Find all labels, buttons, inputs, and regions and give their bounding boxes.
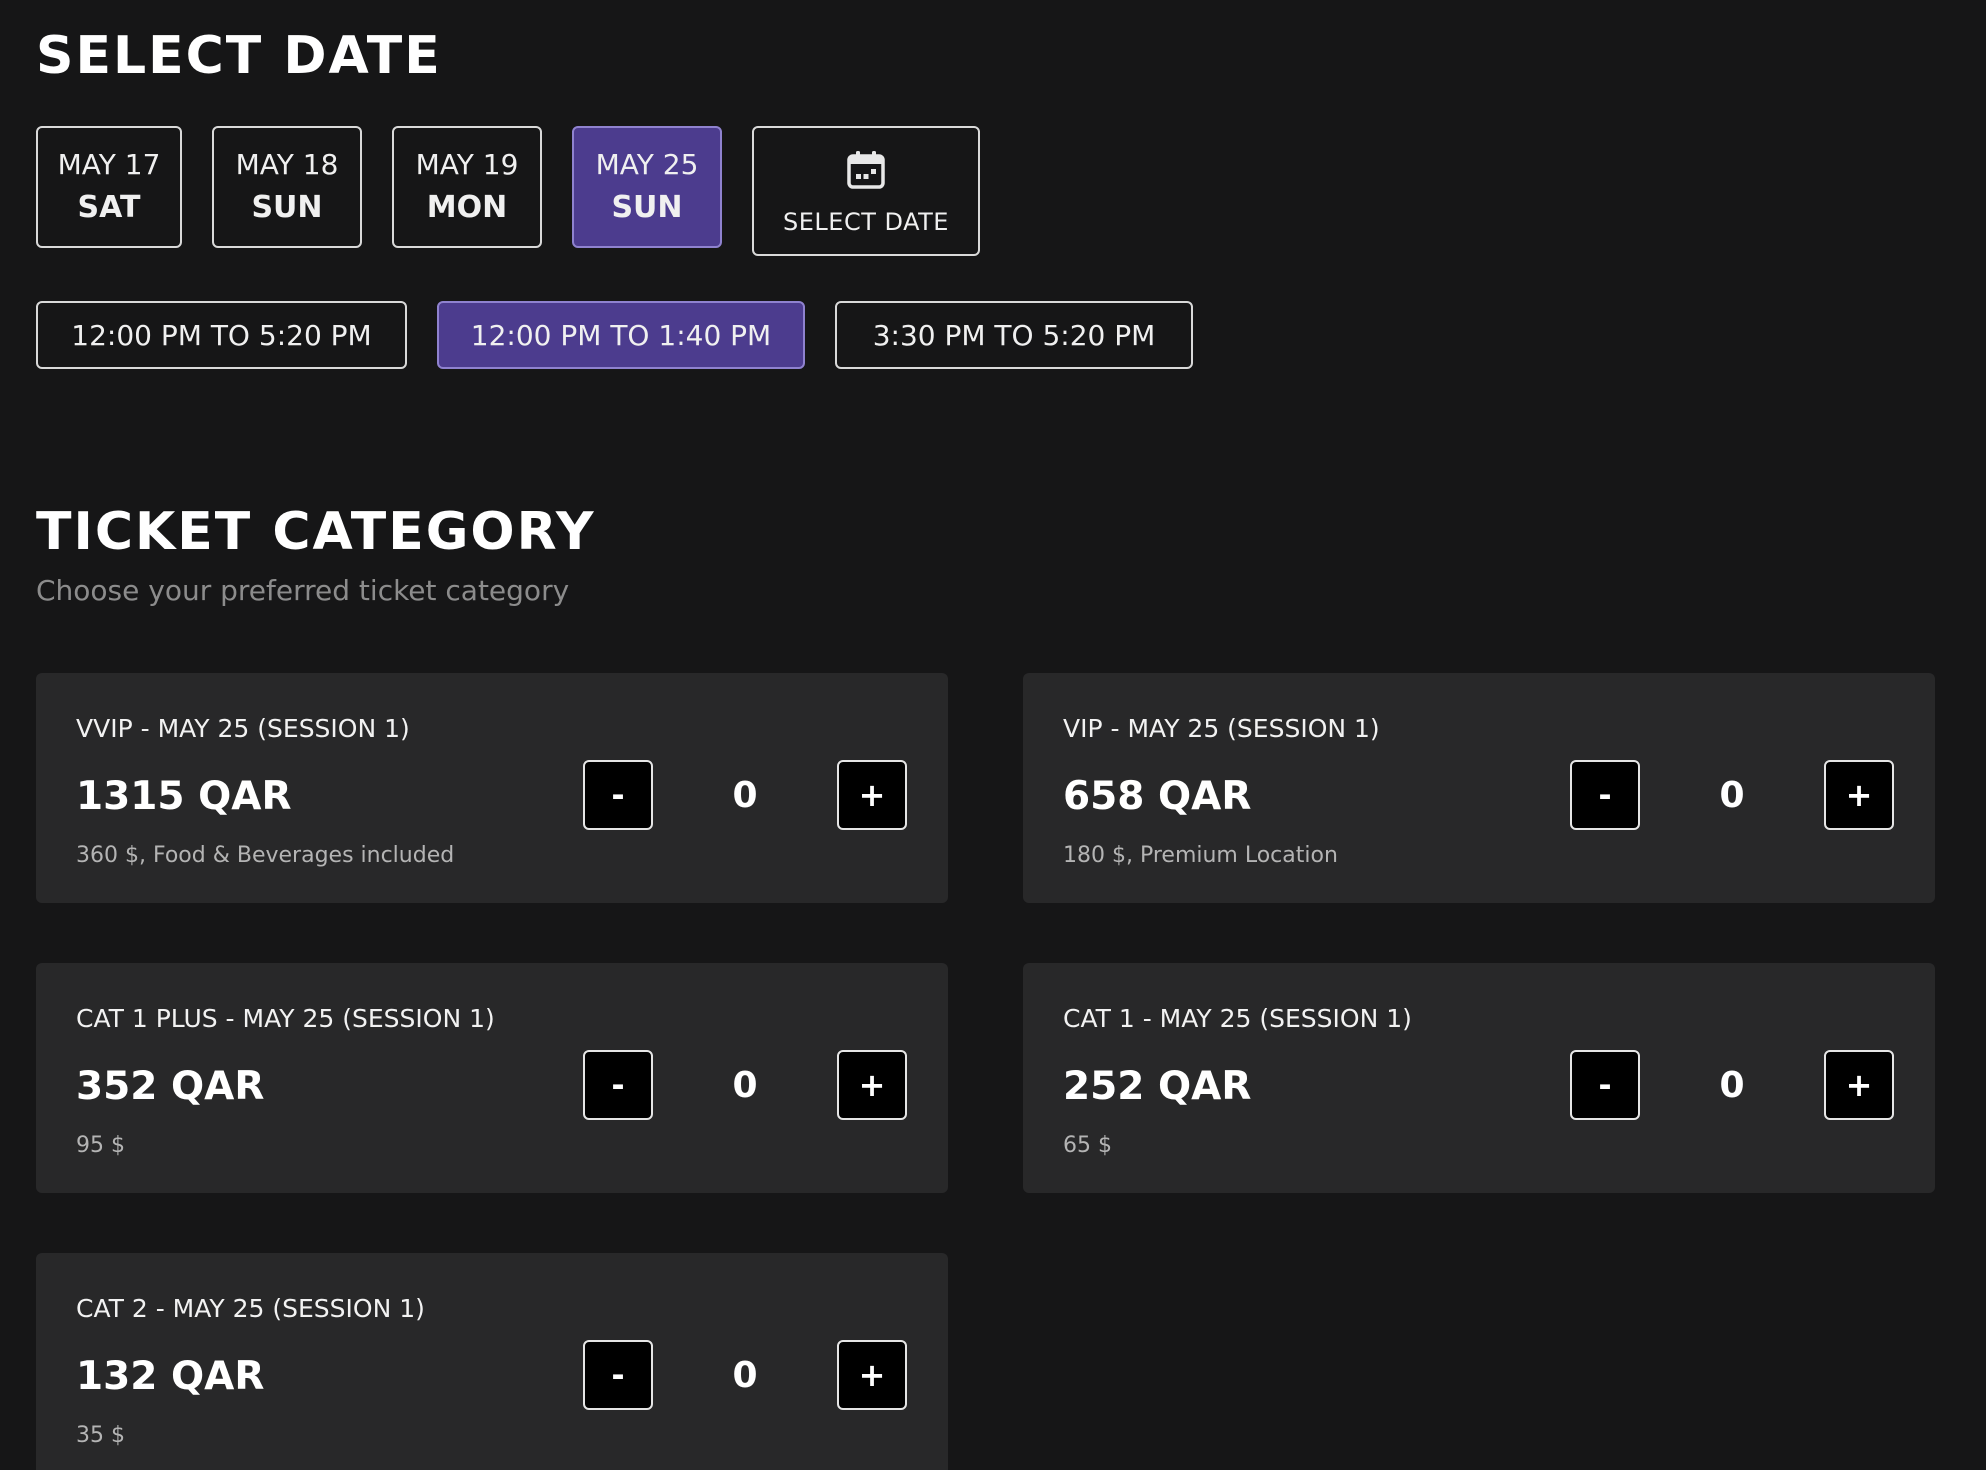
- decrease-quantity-button[interactable]: -: [1570, 1050, 1640, 1120]
- decrease-quantity-button[interactable]: -: [583, 760, 653, 830]
- ticket-card-cat-2: CAT 2 - MAY 25 (SESSION 1) 132 QAR 35 $ …: [36, 1253, 948, 1470]
- time-slot-option[interactable]: 12:00 PM TO 5:20 PM: [36, 301, 407, 369]
- date-selector: MAY 17 SAT MAY 18 SUN MAY 19 MON MAY 25 …: [36, 126, 980, 256]
- date-month: MAY 18: [235, 148, 339, 181]
- ticket-price: 658 QAR: [1063, 774, 1252, 819]
- ticket-card-cat-1: CAT 1 - MAY 25 (SESSION 1) 252 QAR 65 $ …: [1023, 963, 1935, 1193]
- date-weekday: MON: [426, 190, 508, 225]
- date-month: MAY 19: [415, 148, 519, 181]
- time-slot-option-selected[interactable]: 12:00 PM TO 1:40 PM: [437, 301, 805, 369]
- date-month: MAY 25: [595, 148, 699, 181]
- increase-quantity-button[interactable]: +: [837, 1340, 907, 1410]
- ticket-description: 35 $: [76, 1423, 125, 1448]
- date-option-may-19[interactable]: MAY 19 MON: [392, 126, 542, 248]
- ticket-name: CAT 2 - MAY 25 (SESSION 1): [76, 1294, 425, 1323]
- date-weekday: SAT: [77, 190, 141, 225]
- ticket-description: 95 $: [76, 1133, 125, 1158]
- date-weekday: SUN: [611, 190, 683, 225]
- ticket-quantity: 0: [732, 1354, 758, 1396]
- ticket-price: 132 QAR: [76, 1354, 265, 1399]
- ticket-card-vip: VIP - MAY 25 (SESSION 1) 658 QAR 180 $, …: [1023, 673, 1935, 903]
- ticket-name: CAT 1 PLUS - MAY 25 (SESSION 1): [76, 1004, 495, 1033]
- ticket-card-vvip: VVIP - MAY 25 (SESSION 1) 1315 QAR 360 $…: [36, 673, 948, 903]
- increase-quantity-button[interactable]: +: [837, 760, 907, 830]
- date-month: MAY 17: [57, 148, 161, 181]
- ticket-category-subtitle: Choose your preferred ticket category: [36, 574, 570, 607]
- ticket-name: CAT 1 - MAY 25 (SESSION 1): [1063, 1004, 1412, 1033]
- ticket-description: 65 $: [1063, 1133, 1112, 1158]
- ticket-price: 252 QAR: [1063, 1064, 1252, 1109]
- decrease-quantity-button[interactable]: -: [583, 1050, 653, 1120]
- ticket-description: 360 $, Food & Beverages included: [76, 843, 455, 868]
- increase-quantity-button[interactable]: +: [1824, 1050, 1894, 1120]
- ticket-card-cat-1-plus: CAT 1 PLUS - MAY 25 (SESSION 1) 352 QAR …: [36, 963, 948, 1193]
- ticket-price: 352 QAR: [76, 1064, 265, 1109]
- date-option-may-25[interactable]: MAY 25 SUN: [572, 126, 722, 248]
- date-option-may-18[interactable]: MAY 18 SUN: [212, 126, 362, 248]
- calendar-icon: [847, 151, 885, 189]
- ticket-category-title: TICKET CATEGORY: [36, 502, 596, 562]
- increase-quantity-button[interactable]: +: [1824, 760, 1894, 830]
- time-slot-option[interactable]: 3:30 PM TO 5:20 PM: [835, 301, 1193, 369]
- ticket-quantity: 0: [1719, 774, 1745, 816]
- ticket-price: 1315 QAR: [76, 774, 292, 819]
- ticket-name: VVIP - MAY 25 (SESSION 1): [76, 714, 410, 743]
- decrease-quantity-button[interactable]: -: [583, 1340, 653, 1410]
- ticket-quantity: 0: [732, 1064, 758, 1106]
- date-picker-button[interactable]: SELECT DATE: [752, 126, 980, 256]
- ticket-quantity: 0: [1719, 1064, 1745, 1106]
- ticket-name: VIP - MAY 25 (SESSION 1): [1063, 714, 1380, 743]
- increase-quantity-button[interactable]: +: [837, 1050, 907, 1120]
- ticket-description: 180 $, Premium Location: [1063, 843, 1338, 868]
- date-picker-label: SELECT DATE: [783, 208, 949, 236]
- date-weekday: SUN: [251, 190, 323, 225]
- date-option-may-17[interactable]: MAY 17 SAT: [36, 126, 182, 248]
- select-date-title: SELECT DATE: [36, 26, 442, 86]
- decrease-quantity-button[interactable]: -: [1570, 760, 1640, 830]
- ticket-quantity: 0: [732, 774, 758, 816]
- time-slot-selector: 12:00 PM TO 5:20 PM 12:00 PM TO 1:40 PM …: [36, 301, 1193, 369]
